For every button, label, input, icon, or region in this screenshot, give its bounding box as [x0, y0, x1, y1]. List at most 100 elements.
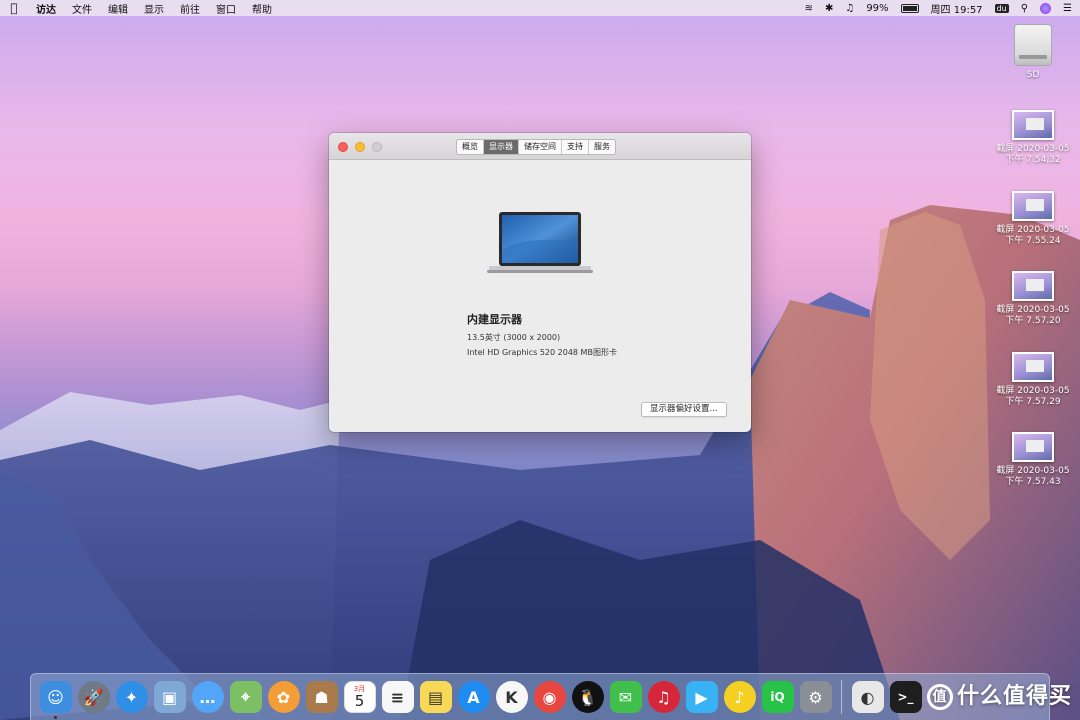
screenshot-thumbnail-icon: [1012, 432, 1054, 462]
dock-item-app-store-app[interactable]: A: [455, 679, 492, 716]
kuaishou-icon: K: [495, 681, 528, 713]
iqiyi-icon: iQ: [761, 681, 794, 713]
activity-monitor-icon: ◐: [851, 681, 884, 713]
desktop-screenshot-file[interactable]: 截屏 2020-03-05 下午 7.54.32: [993, 110, 1073, 166]
menu-edit[interactable]: 编辑: [108, 1, 128, 16]
netease-music-icon: ♫: [647, 681, 680, 713]
laptop-display-icon: [487, 212, 593, 273]
photos-icon: ✿: [267, 681, 300, 713]
display-preferences-button[interactable]: 显示器偏好设置...: [641, 402, 727, 417]
desktop-screenshot-file[interactable]: 截屏 2020-03-05 下午 7.57.20: [993, 271, 1073, 327]
screenshot-thumbnail-icon: [1012, 352, 1054, 382]
menu-clock[interactable]: 周四 19:57: [931, 1, 983, 16]
desktop-screenshot-file[interactable]: 截屏 2020-03-05 下午 7.57.29: [993, 352, 1073, 408]
window-controls: [338, 142, 382, 152]
menu-window[interactable]: 窗口: [216, 1, 236, 16]
window-titlebar[interactable]: 概览 显示器 储存空间 支持 服务: [329, 133, 751, 160]
dock-item-activity-monitor-app[interactable]: ◐: [849, 679, 886, 716]
menu-help[interactable]: 帮助: [252, 1, 272, 16]
file-name-line1: 截屏 2020-03-05: [996, 386, 1070, 396]
notification-center-icon[interactable]: ☰: [1063, 3, 1072, 14]
safari-icon: ✦: [115, 681, 148, 713]
menu-view[interactable]: 显示: [144, 1, 164, 16]
menu-app-name[interactable]: 访达: [36, 1, 56, 16]
app-store-icon: A: [457, 681, 490, 713]
wechat-icon: ✉: [609, 681, 642, 713]
dock-item-chrome-app[interactable]: ◉: [531, 679, 568, 716]
screenshot-thumbnail-icon: [1012, 271, 1054, 301]
tab-displays[interactable]: 显示器: [484, 140, 519, 154]
tab-overview[interactable]: 概览: [457, 140, 484, 154]
about-this-mac-window: 概览 显示器 储存空间 支持 服务 内建显示器 13.5英寸 (3000 x 2…: [329, 133, 751, 432]
battery-percent[interactable]: 99%: [866, 3, 888, 14]
dock-item-reminders-app[interactable]: ≡: [379, 679, 416, 716]
file-name-line1: 截屏 2020-03-05: [996, 466, 1070, 476]
file-name-line2: 下午 7.57.20: [1005, 316, 1061, 326]
dock-item-safari-app[interactable]: ✦: [113, 679, 150, 716]
wifi-icon[interactable]: ≋: [805, 3, 813, 14]
messages-icon: …: [191, 681, 224, 713]
dock-item-photos-app[interactable]: ✿: [265, 679, 302, 716]
running-indicator: [54, 715, 57, 719]
dock-item-qq-music-app[interactable]: ♪: [721, 679, 758, 716]
dock-item-qq-app[interactable]: 🐧: [569, 679, 606, 716]
drive-label: SD: [1026, 70, 1040, 80]
volume-icon[interactable]: ♫: [845, 3, 854, 14]
tab-service[interactable]: 服务: [589, 140, 615, 154]
file-name-line1: 截屏 2020-03-05: [996, 305, 1070, 315]
smzdm-watermark: 值什么值得买: [926, 678, 1072, 710]
watermark-text: 什么值得买: [956, 684, 1072, 709]
qq-music-icon: ♪: [723, 681, 756, 713]
file-name-line1: 截屏 2020-03-05: [996, 225, 1070, 235]
desktop-screenshot-file[interactable]: 截屏 2020-03-05 下午 7.55.24: [993, 191, 1073, 247]
bluetooth-icon[interactable]: ✱: [825, 3, 833, 14]
file-name-line2: 下午 7.57.43: [1005, 477, 1061, 487]
file-name-line2: 下午 7.57.29: [1005, 397, 1061, 407]
calendar-icon: 3月 5: [343, 681, 376, 713]
dock-item-iqiyi-app[interactable]: iQ: [759, 679, 796, 716]
watermark-logo: 值: [926, 684, 953, 710]
reminders-icon: ≡: [381, 681, 414, 713]
dock-item-finder-app[interactable]: ☺: [37, 679, 74, 719]
battery-icon[interactable]: [900, 3, 919, 13]
file-name-line2: 下午 7.55.24: [1005, 236, 1061, 246]
dock-item-preview-app[interactable]: ▣: [151, 679, 188, 716]
close-button[interactable]: [338, 142, 348, 152]
apple-menu-icon[interactable]: : [8, 1, 20, 15]
spotlight-search-icon[interactable]: ⚲: [1021, 3, 1028, 14]
segmented-tabs: 概览 显示器 储存空间 支持 服务: [456, 139, 616, 155]
desktop-drive-sd[interactable]: SD: [993, 24, 1073, 81]
dock-item-contacts-app[interactable]: ☗: [303, 679, 340, 716]
tab-storage[interactable]: 储存空间: [519, 140, 562, 154]
finder-icon: ☺: [39, 681, 72, 713]
du-app-icon[interactable]: du: [994, 3, 1009, 13]
dock-item-terminal-app[interactable]: >_: [887, 679, 924, 716]
dock-separator: [841, 680, 842, 714]
dock-item-messages-app[interactable]: …: [189, 679, 226, 716]
desktop-screenshot-file[interactable]: 截屏 2020-03-05 下午 7.57.43: [993, 432, 1073, 488]
file-name-line2: 下午 7.54.32: [1005, 155, 1061, 165]
screenshot-thumbnail-icon: [1012, 191, 1054, 221]
dock-item-launchpad-app[interactable]: 🚀: [75, 679, 112, 716]
dock-item-calendar-app[interactable]: 3月 5: [341, 679, 378, 716]
chrome-icon: ◉: [533, 681, 566, 713]
maps-icon: ⌖: [229, 681, 262, 713]
file-name-line1: 截屏 2020-03-05: [996, 144, 1070, 154]
siri-icon[interactable]: [1040, 2, 1052, 14]
dock-item-netease-music-app[interactable]: ♫: [645, 679, 682, 716]
dock-item-tencent-video-app[interactable]: ▶: [683, 679, 720, 716]
system-preferences-icon: ⚙: [799, 681, 832, 713]
dock-item-system-preferences-app[interactable]: ⚙: [797, 679, 834, 716]
tab-support[interactable]: 支持: [562, 140, 589, 154]
minimize-button[interactable]: [355, 142, 365, 152]
dock-item-wechat-app[interactable]: ✉: [607, 679, 644, 716]
display-name: 内建显示器: [467, 313, 522, 326]
drive-icon: [1014, 24, 1052, 66]
graphics-card-text: Intel HD Graphics 520 2048 MB图形卡: [467, 348, 617, 357]
dock-item-kuaishou-app[interactable]: K: [493, 679, 530, 716]
dock-item-notes-app[interactable]: ▤: [417, 679, 454, 716]
menu-go[interactable]: 前往: [180, 1, 200, 16]
menu-file[interactable]: 文件: [72, 1, 92, 16]
dock-item-maps-app[interactable]: ⌖: [227, 679, 264, 716]
preview-icon: ▣: [153, 681, 186, 713]
